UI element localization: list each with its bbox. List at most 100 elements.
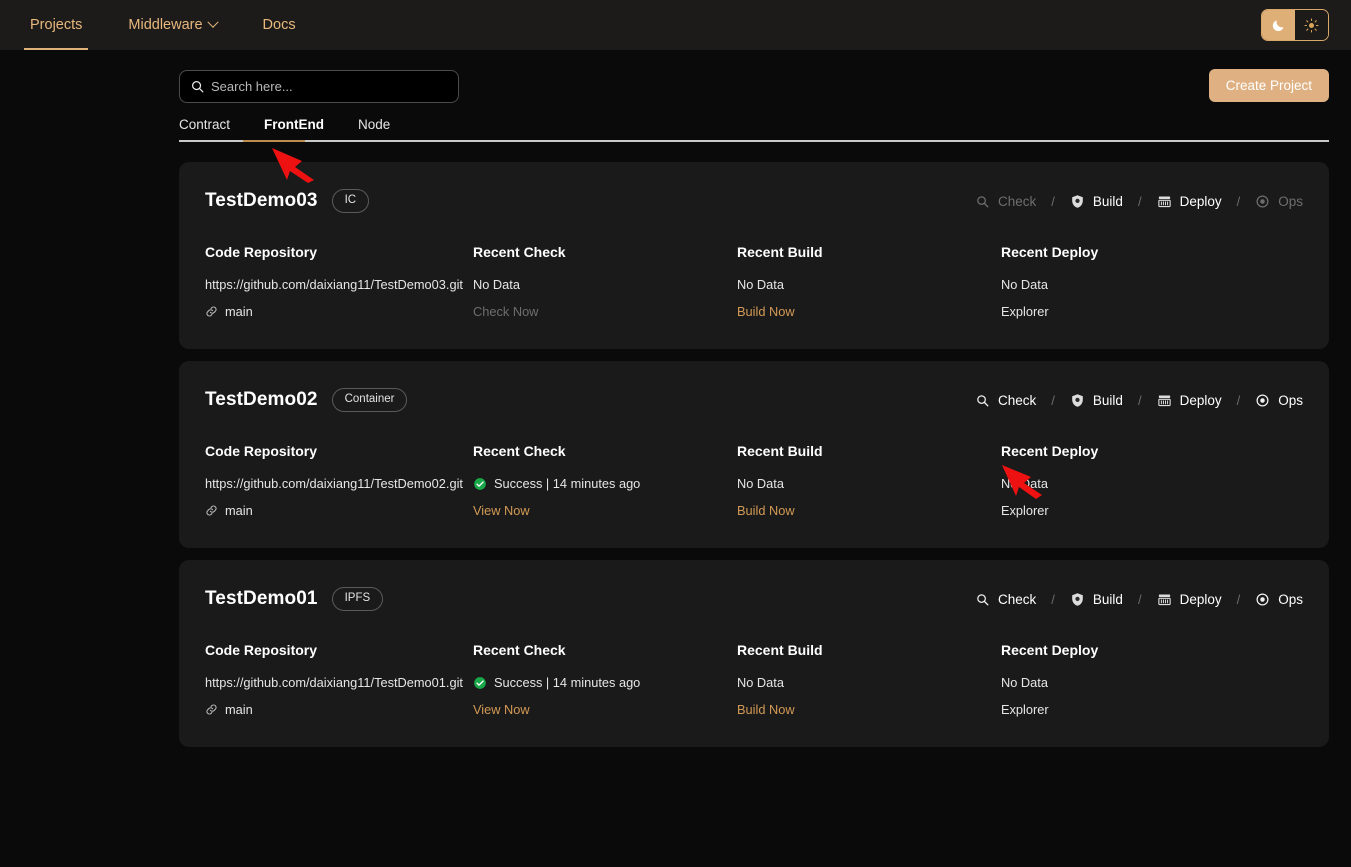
column-header: Code Repository — [205, 244, 318, 260]
link-icon — [205, 504, 218, 517]
action-deploy[interactable]: Deploy — [1157, 393, 1222, 408]
action-ops[interactable]: Ops — [1255, 592, 1303, 607]
project-card-header: TestDemo02 Container Check / Build / Dep… — [205, 385, 1303, 415]
action-deploy[interactable]: Deploy — [1157, 194, 1222, 209]
create-project-button[interactable]: Create Project — [1208, 69, 1329, 102]
check-status-row: Success | 14 minutes ago — [473, 476, 737, 491]
tab-node[interactable]: Node — [358, 117, 390, 140]
action-build[interactable]: Build — [1070, 393, 1123, 408]
server-rack-icon — [1157, 393, 1172, 408]
action-ops[interactable]: Ops — [1255, 194, 1303, 209]
nav-item-projects-label: Projects — [30, 17, 83, 33]
nav-items: Projects Middleware Docs — [18, 0, 308, 50]
column-header: Recent Check — [473, 443, 566, 459]
tab-frontend[interactable]: FrontEnd — [264, 117, 324, 140]
tab-list: Contract FrontEnd Node — [179, 112, 1329, 140]
build-now-link[interactable]: Build Now — [737, 702, 1001, 717]
action-build[interactable]: Build — [1070, 194, 1123, 209]
project-actions: Check / Build / Deploy / Ops — [975, 194, 1303, 209]
project-card: TestDemo01 IPFS Check / Build / Deploy /… — [179, 560, 1329, 747]
project-card-header: TestDemo03 IC Check / Build / Deploy / O… — [205, 186, 1303, 216]
column-recent-deploy: Recent Deploy No Data Explorer — [1001, 443, 1201, 518]
target-icon — [1255, 393, 1270, 408]
action-check-label: Check — [998, 591, 1037, 607]
deploy-status: No Data — [1001, 277, 1048, 292]
nav-item-docs[interactable]: Docs — [251, 0, 308, 50]
nav-item-projects[interactable]: Projects — [18, 0, 94, 50]
build-now-link[interactable]: Build Now — [737, 503, 1001, 518]
column-recent-deploy: Recent Deploy No Data Explorer — [1001, 642, 1201, 717]
action-separator: / — [1137, 193, 1142, 209]
action-deploy-label: Deploy — [1179, 193, 1222, 209]
action-check[interactable]: Check — [975, 393, 1036, 408]
repo-url: https://github.com/daixiang11/TestDemo02… — [205, 476, 463, 491]
explorer-link[interactable]: Explorer — [1001, 503, 1201, 518]
action-check[interactable]: Check — [975, 592, 1036, 607]
column-header: Recent Build — [737, 642, 823, 658]
toolbar: Create Project — [179, 50, 1329, 112]
column-recent-check: Recent Check Success | 14 minutes ago Vi… — [473, 642, 737, 717]
page-body: Create Project Contract FrontEnd Node Te… — [0, 50, 1351, 759]
repo-branch-row: main — [205, 503, 473, 518]
action-build-label: Build — [1092, 193, 1123, 209]
nav-item-docs-label: Docs — [262, 17, 296, 33]
action-separator: / — [1236, 193, 1241, 209]
project-detail-columns: Code Repository https://github.com/daixi… — [205, 642, 1303, 717]
column-header: Recent Build — [737, 244, 823, 260]
check-status: Success | 14 minutes ago — [494, 476, 641, 491]
action-separator: / — [1236, 591, 1241, 607]
column-recent-deploy: Recent Deploy No Data Explorer — [1001, 244, 1201, 319]
action-deploy-label: Deploy — [1179, 591, 1222, 607]
action-ops[interactable]: Ops — [1255, 393, 1303, 408]
sun-icon — [1304, 17, 1319, 33]
explorer-link[interactable]: Explorer — [1001, 304, 1201, 319]
tab-underline-rule — [179, 140, 1329, 142]
tab-frontend-label: FrontEnd — [264, 117, 325, 132]
action-check-label: Check — [998, 392, 1037, 408]
action-check[interactable]: Check — [975, 194, 1036, 209]
tab-node-label: Node — [358, 117, 391, 132]
repo-url: https://github.com/daixiang11/TestDemo01… — [205, 675, 463, 690]
project-detail-columns: Code Repository https://github.com/daixi… — [205, 244, 1303, 319]
search-box[interactable] — [179, 70, 459, 103]
project-title: TestDemo01 — [205, 588, 318, 609]
column-header: Code Repository — [205, 443, 318, 459]
repo-branch-label: main — [225, 702, 253, 717]
explorer-link[interactable]: Explorer — [1001, 702, 1201, 717]
repo-branch-label: main — [225, 304, 253, 319]
search-input[interactable] — [211, 79, 448, 94]
column-code-repository: Code Repository https://github.com/daixi… — [205, 642, 473, 717]
view-now-link[interactable]: View Now — [473, 702, 737, 717]
success-check-icon — [473, 477, 487, 491]
project-detail-columns: Code Repository https://github.com/daixi… — [205, 443, 1303, 518]
check-now-link[interactable]: Check Now — [473, 304, 737, 319]
action-separator: / — [1051, 591, 1055, 607]
action-build[interactable]: Build — [1070, 592, 1123, 607]
theme-light-button[interactable] — [1295, 10, 1328, 40]
shield-icon — [1070, 194, 1085, 209]
nav-item-middleware[interactable]: Middleware — [116, 0, 228, 50]
action-ops-label: Ops — [1278, 193, 1303, 209]
server-rack-icon — [1157, 194, 1172, 209]
view-now-link[interactable]: View Now — [473, 503, 737, 518]
column-header: Recent Deploy — [1001, 642, 1099, 658]
deploy-status: No Data — [1001, 675, 1048, 690]
project-title: TestDemo03 — [205, 190, 318, 211]
theme-dark-button[interactable] — [1262, 10, 1295, 40]
repo-url: https://github.com/daixiang11/TestDemo03… — [205, 277, 463, 292]
shield-icon — [1070, 592, 1085, 607]
tab-contract[interactable]: Contract — [179, 117, 230, 140]
repo-branch-row: main — [205, 304, 473, 319]
project-type-badge: Container — [331, 388, 408, 412]
check-status: No Data — [473, 277, 520, 292]
column-recent-build: Recent Build No Data Build Now — [737, 443, 1001, 518]
project-actions: Check / Build / Deploy / Ops — [975, 393, 1303, 408]
search-icon — [191, 80, 204, 93]
action-deploy[interactable]: Deploy — [1157, 592, 1222, 607]
shield-icon — [1070, 393, 1085, 408]
project-actions: Check / Build / Deploy / Ops — [975, 592, 1303, 607]
column-recent-check: Recent Check Success | 14 minutes ago Vi… — [473, 443, 737, 518]
build-now-link[interactable]: Build Now — [737, 304, 1001, 319]
theme-toggle[interactable] — [1261, 9, 1329, 41]
build-status: No Data — [737, 675, 784, 690]
